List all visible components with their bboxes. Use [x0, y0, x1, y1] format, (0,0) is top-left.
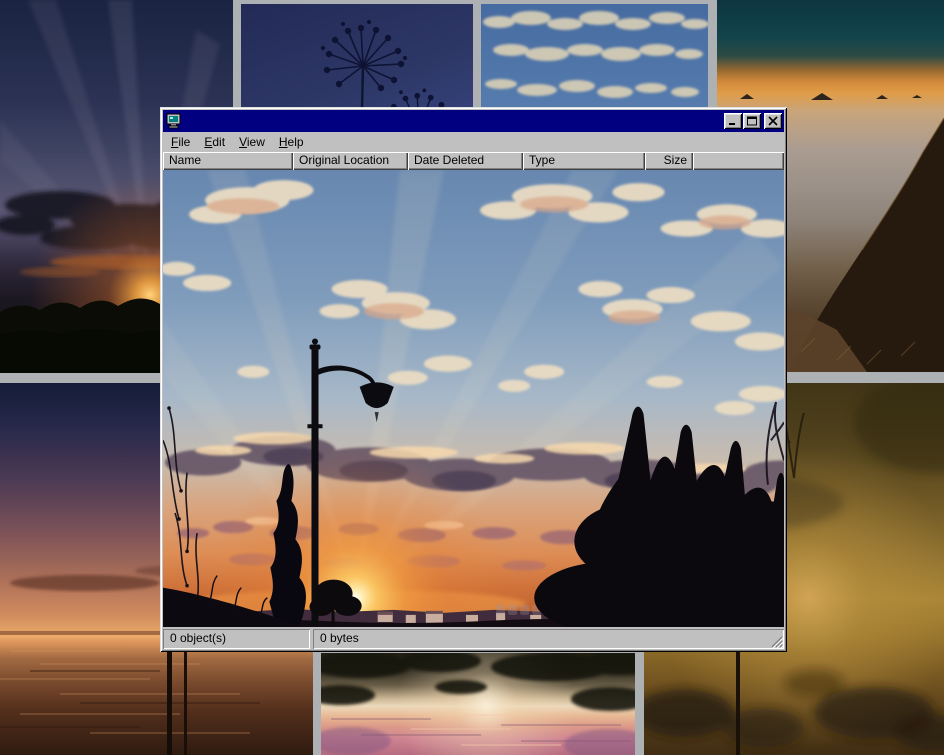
- close-icon: [767, 116, 779, 126]
- menu-view[interactable]: View: [232, 134, 272, 151]
- status-byte-count: 0 bytes: [313, 629, 784, 649]
- minimize-button[interactable]: [724, 113, 742, 129]
- status-bar: 0 object(s) 0 bytes: [163, 629, 784, 649]
- recycle-bin-window: File Edit View Help Name Original Locati…: [160, 107, 787, 652]
- menu-help[interactable]: Help: [272, 134, 311, 151]
- column-header-size[interactable]: Size: [645, 152, 693, 170]
- resize-grip[interactable]: [770, 635, 783, 648]
- desktop: File Edit View Help Name Original Locati…: [0, 0, 944, 755]
- status-object-count: 0 object(s): [163, 629, 310, 649]
- menu-edit[interactable]: Edit: [197, 134, 232, 151]
- window-titlebar[interactable]: [163, 110, 784, 132]
- menu-bar: File Edit View Help: [163, 132, 784, 152]
- computer-icon: [166, 113, 182, 129]
- sunset-streetlamp-photo: [163, 170, 784, 627]
- menu-file[interactable]: File: [164, 134, 197, 151]
- minimize-icon: [727, 116, 739, 126]
- column-header-name[interactable]: Name: [163, 152, 293, 170]
- column-header-type[interactable]: Type: [523, 152, 645, 170]
- close-button[interactable]: [764, 113, 782, 129]
- column-header-date-deleted[interactable]: Date Deleted: [408, 152, 523, 170]
- column-headers: Name Original Location Date Deleted Type…: [163, 152, 784, 170]
- wallpaper-photo-water-reflection: [321, 653, 635, 755]
- maximize-icon: [746, 116, 758, 126]
- column-header-blank: [693, 152, 784, 170]
- maximize-button[interactable]: [743, 113, 761, 129]
- column-header-original-location[interactable]: Original Location: [293, 152, 408, 170]
- file-list-view[interactable]: [163, 170, 784, 627]
